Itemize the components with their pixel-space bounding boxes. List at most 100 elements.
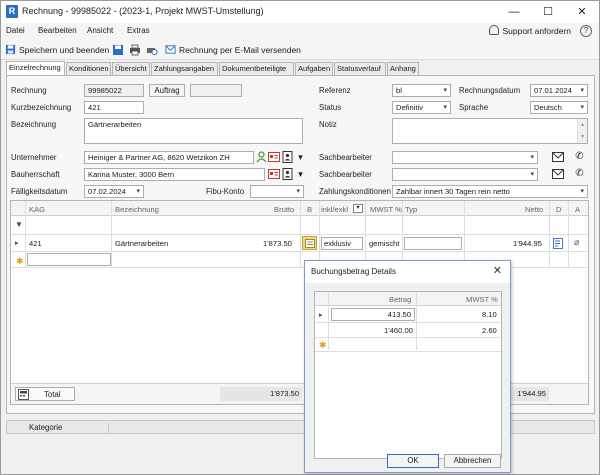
buchung-details-button[interactable]	[302, 236, 317, 250]
col-header-b[interactable]: B	[307, 205, 312, 214]
notiz-scrollbar[interactable]: ▲ ▼	[577, 119, 587, 143]
col-header-bezeichnung[interactable]: Bezeichnung	[115, 205, 159, 214]
kategorie-panel[interactable]: Kategorie	[13, 423, 109, 433]
menu-bar: Datei Bearbeiten Ansicht Extras Support …	[1, 23, 599, 40]
person-icon[interactable]	[256, 151, 267, 163]
tab-aufgaben[interactable]: Aufgaben	[295, 62, 333, 75]
menu-ansicht[interactable]: Ansicht	[87, 26, 113, 35]
auftrag-field[interactable]	[190, 84, 242, 97]
total-brutto: 1'873.50	[220, 387, 302, 401]
close-button[interactable]: ✕	[565, 1, 599, 23]
col-header-netto[interactable]: Netto	[525, 205, 543, 214]
tab-einzelrechnung[interactable]: Einzelrechnung	[6, 61, 65, 75]
dialog-title: Buchungsbetrag Details	[311, 267, 396, 276]
dialog-grid: Betrag MWST % ▸ 413.50 8.10 1'460.00 2.6…	[314, 291, 502, 459]
dialog-ok-button[interactable]: OK	[387, 454, 439, 468]
status-label: Status	[319, 103, 342, 112]
maximize-button[interactable]: ☐	[531, 1, 565, 23]
menu-datei[interactable]: Datei	[6, 26, 25, 35]
attachment-icon[interactable]: ⌀	[574, 237, 579, 248]
zahlungskonditionen-field[interactable]: Zahlbar innert 30 Tagen rein netto	[392, 185, 588, 198]
row-inkl-exkl-field[interactable]: exklusiv	[321, 237, 363, 250]
referenz-field[interactable]: bl	[392, 84, 451, 97]
tab-konditionen[interactable]: Konditionen	[66, 62, 111, 75]
menu-bearbeiten[interactable]: Bearbeiten	[38, 26, 77, 35]
address-book-icon[interactable]	[282, 168, 293, 180]
sachbearbeiter1-field[interactable]	[392, 151, 538, 164]
menu-extras[interactable]: Extras	[127, 26, 150, 35]
address-book-icon[interactable]	[282, 151, 293, 163]
row-netto[interactable]: 1'944.95	[513, 239, 542, 248]
sprache-field[interactable]: Deutsch	[530, 101, 588, 114]
referenz-label: Referenz	[319, 86, 351, 95]
dialog-row-mwst[interactable]: 2.60	[482, 326, 497, 335]
minimize-button[interactable]: —	[497, 1, 531, 23]
dialog-grid-row-divider	[315, 322, 501, 323]
grid-row-divider	[11, 251, 588, 252]
mail-icon[interactable]	[552, 152, 564, 162]
tab-zahlungsangaben[interactable]: Zahlungsangaben	[151, 62, 218, 75]
print-icon[interactable]	[129, 44, 141, 56]
tab-statusverlauf[interactable]: Statusverlauf	[334, 62, 386, 75]
sachbearbeiter2-field[interactable]	[392, 168, 538, 181]
print-preview-icon[interactable]	[146, 44, 158, 56]
col-header-typ[interactable]: Typ	[405, 205, 417, 214]
dialog-close-icon[interactable]: ✕	[493, 264, 502, 277]
row-bezeichnung[interactable]: Gärtnerarbeiten	[115, 239, 168, 248]
auftrag-button[interactable]: Auftrag	[149, 84, 185, 97]
bauherrschaft-dropdown-icon[interactable]: ▾	[295, 169, 306, 180]
filter-icon[interactable]: ▼	[15, 220, 23, 229]
rechnung-field[interactable]: 99985022	[84, 84, 144, 97]
fibu-konto-field[interactable]	[250, 185, 304, 198]
col-header-kag[interactable]: KAG	[29, 205, 45, 214]
email-invoice-label: Rechnung per E-Mail versenden	[179, 45, 301, 55]
dialog-row-betrag[interactable]: 413.50	[331, 308, 415, 321]
unternehmer-field[interactable]: Heiniger & Partner AG, 8620 Wetzikon ZH	[84, 151, 254, 164]
notiz-field[interactable]	[392, 118, 588, 144]
rechnungsdatum-label: Rechnungsdatum	[459, 86, 521, 95]
contact-card-icon[interactable]	[268, 169, 280, 179]
support-request-button[interactable]: Support anfordern	[489, 25, 571, 36]
window-title: Rechnung - 99985022 - (2023-1, Projekt M…	[22, 6, 264, 16]
rechnungsdatum-field[interactable]: 07.01.2024	[530, 84, 588, 97]
headset-icon	[489, 25, 500, 35]
new-row-kag-field[interactable]	[27, 253, 111, 266]
unternehmer-dropdown-icon[interactable]: ▾	[295, 152, 306, 163]
document-edit-icon[interactable]	[553, 238, 564, 249]
help-icon[interactable]: ?	[580, 25, 592, 37]
phone-icon[interactable]: ✆	[574, 168, 585, 179]
fibu-konto-label: Fibu-Konto	[206, 187, 245, 196]
save-close-button[interactable]: Speichern und beenden	[5, 43, 109, 57]
mail-icon[interactable]	[552, 169, 564, 179]
bezeichnung-field[interactable]: Gärtnerarbeiten	[84, 118, 303, 144]
tab-anhang[interactable]: Anhang	[387, 62, 419, 75]
sachbearbeiter2-label: Sachbearbeiter	[319, 170, 372, 179]
phone-icon[interactable]: ✆	[574, 151, 585, 162]
col-header-mwst[interactable]: MWST %	[370, 205, 402, 214]
bauherrschaft-field[interactable]: Karina Muster, 3000 Bern	[84, 168, 265, 181]
row-brutto[interactable]: 1'873.50	[263, 239, 292, 248]
tab-dokumentbeteiligte[interactable]: Dokumentbeteiligte	[219, 62, 294, 75]
dialog-col-header-betrag[interactable]: Betrag	[389, 295, 411, 304]
tab-uebersicht[interactable]: Übersicht	[112, 62, 150, 75]
col-header-d[interactable]: D	[556, 205, 561, 214]
status-field[interactable]: Definitiv	[392, 101, 451, 114]
dialog-cancel-button[interactable]: Abbrechen	[444, 454, 501, 468]
new-row-icon: ✱	[319, 340, 327, 350]
col-header-a[interactable]: A	[575, 205, 580, 214]
dialog-row-mwst[interactable]: 8.10	[482, 310, 497, 319]
inkl-exkl-dropdown-icon[interactable]: ▾	[353, 204, 363, 213]
dialog-col-header-mwst[interactable]: MWST %	[466, 295, 498, 304]
email-invoice-button[interactable]: Rechnung per E-Mail versenden	[165, 43, 301, 57]
row-kag[interactable]: 421	[29, 239, 42, 248]
dialog-row-betrag[interactable]: 1'460.00	[384, 326, 413, 335]
contact-card-icon[interactable]	[268, 152, 280, 162]
row-typ-field[interactable]	[404, 237, 462, 250]
kurzbezeichnung-field[interactable]: 421	[84, 101, 144, 114]
col-header-inkl-exkl[interactable]: inkl/exkl	[321, 205, 348, 214]
col-header-brutto[interactable]: Brutto	[274, 205, 294, 214]
invoice-window: R Rechnung - 99985022 - (2023-1, Projekt…	[0, 0, 600, 475]
faelligkeitsdatum-field[interactable]: 07.02.2024	[84, 185, 144, 198]
row-mwst[interactable]: gemischt	[369, 239, 399, 248]
save-icon[interactable]	[112, 44, 124, 56]
